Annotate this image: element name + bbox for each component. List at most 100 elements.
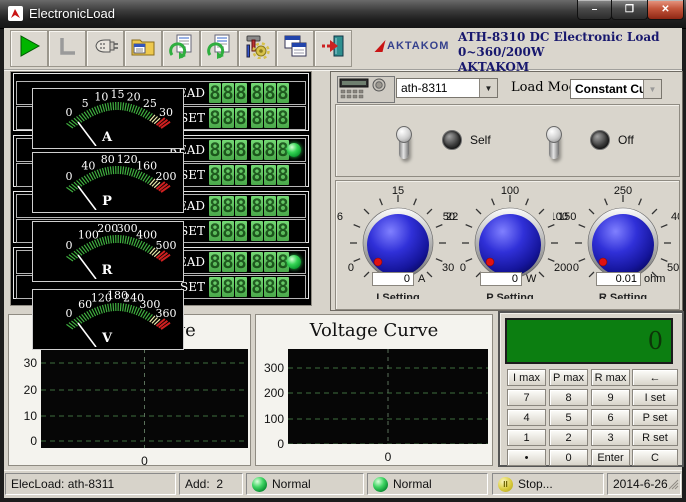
windows-icon xyxy=(282,33,308,64)
control-panel: ath-8311 ▼ Load Mode: Constant Curre ▼ S… xyxy=(330,71,683,311)
status-ok-icon xyxy=(373,477,388,492)
device-select[interactable]: ath-8311 ▼ xyxy=(396,78,498,98)
led-digit: 8 xyxy=(209,108,221,128)
load-mode-value: Constant Curre xyxy=(571,82,643,96)
key-0[interactable]: 0 xyxy=(549,449,588,466)
led-digit: 8 xyxy=(235,196,247,216)
key-7[interactable]: 7 xyxy=(507,389,546,406)
report-refresh2-button[interactable] xyxy=(200,30,238,67)
r-set-key[interactable]: R set xyxy=(632,429,678,446)
i-set-key[interactable]: I set xyxy=(632,389,678,406)
p-max-key[interactable]: P max xyxy=(549,369,588,386)
data-folder-icon xyxy=(130,33,156,64)
svg-text:200: 200 xyxy=(156,170,177,183)
exit-button[interactable] xyxy=(314,30,352,67)
led-display-read: 888888 xyxy=(209,83,290,103)
led-digit: 8 xyxy=(209,277,221,297)
app-icon xyxy=(8,6,23,21)
y-axis-tick-label: 0 xyxy=(256,437,284,451)
led-digit: 8 xyxy=(209,196,221,216)
key-4[interactable]: 4 xyxy=(507,409,546,426)
svg-text:25: 25 xyxy=(143,97,157,110)
minimize-button[interactable]: – xyxy=(577,0,612,20)
tools-button[interactable] xyxy=(238,30,276,67)
stop-button[interactable] xyxy=(48,30,86,67)
channel1-status: Normal xyxy=(246,473,364,495)
y-axis-tick-label: 200 xyxy=(256,386,284,400)
led-display-set: 888888 xyxy=(209,108,290,128)
led-digit: 8 xyxy=(235,140,247,160)
led-digit: 8 xyxy=(277,277,289,297)
knob-W-unit-label: W xyxy=(526,273,536,285)
svg-text:A: A xyxy=(101,130,113,145)
close-button[interactable]: ✕ xyxy=(647,0,684,20)
load-toggle-switch[interactable] xyxy=(545,127,563,163)
svg-text:V: V xyxy=(101,331,113,346)
device-title: ATH-8310 DC Electronic Load 0~360/200W A… xyxy=(458,30,682,75)
key-6[interactable]: 6 xyxy=(591,409,630,426)
device-select-chevron-down-icon[interactable]: ▼ xyxy=(479,79,497,97)
svg-text:200: 200 xyxy=(97,222,118,235)
key-3[interactable]: 3 xyxy=(591,429,630,446)
led-digit: 8 xyxy=(235,277,247,297)
data-folder-button[interactable] xyxy=(124,30,162,67)
key-1[interactable]: 1 xyxy=(507,429,546,446)
stop-icon xyxy=(54,33,80,64)
report-refresh-icon xyxy=(168,33,194,64)
svg-text:300: 300 xyxy=(117,222,138,235)
load-mode-chevron-down-icon: ▼ xyxy=(643,80,661,98)
resize-grip[interactable] xyxy=(667,478,679,493)
knob-A-value: 0 xyxy=(372,272,414,286)
load-mode-select[interactable]: Constant Curre ▼ xyxy=(570,79,662,99)
key-9[interactable]: 9 xyxy=(591,389,630,406)
led-display-set: 888888 xyxy=(209,221,290,241)
svg-text:250: 250 xyxy=(614,185,632,197)
maximize-button[interactable]: ❐ xyxy=(611,0,648,20)
windows-button[interactable] xyxy=(276,30,314,67)
run-button[interactable] xyxy=(10,30,48,67)
keypad-panel: 0 I maxP maxR max← 789I set 456P set 123R s… xyxy=(498,311,684,467)
knob-ohm-setting-label: R Setting xyxy=(578,293,668,299)
led-display-read: 888888 xyxy=(209,252,290,272)
connect-button[interactable] xyxy=(86,30,124,67)
led-digit: 8 xyxy=(209,221,221,241)
enter-key[interactable]: Enter xyxy=(591,449,630,466)
svg-text:0: 0 xyxy=(66,307,73,320)
led-digit: 8 xyxy=(251,140,263,160)
knob-ohm-control[interactable]: 0100250400500 xyxy=(553,180,680,310)
status-text: Normal xyxy=(388,477,432,491)
led-digit: 8 xyxy=(222,277,234,297)
status-text: ElecLoad: ath-8311 xyxy=(6,477,114,491)
y-axis-tick-label: 300 xyxy=(256,361,284,375)
y-axis-tick-label: 0 xyxy=(9,434,37,448)
analog-meter-P: 04080120160200P xyxy=(32,152,184,213)
led-digit: 8 xyxy=(222,252,234,272)
decimal-key[interactable]: • xyxy=(507,449,546,466)
power-toggle-switch[interactable] xyxy=(395,127,413,163)
led-digit: 8 xyxy=(277,221,289,241)
key-2[interactable]: 2 xyxy=(549,429,588,446)
backspace-key[interactable]: ← xyxy=(632,369,678,386)
r-max-key[interactable]: R max xyxy=(591,369,630,386)
device-title-line1: ATH-8310 DC Electronic Load 0~360/200W xyxy=(458,30,682,60)
i-max-key[interactable]: I max xyxy=(507,369,546,386)
led-digit: 8 xyxy=(222,108,234,128)
svg-text:400: 400 xyxy=(671,211,680,223)
report-refresh2-icon xyxy=(206,33,232,64)
svg-text:0: 0 xyxy=(460,262,466,274)
clear-key[interactable]: C xyxy=(632,449,678,466)
key-8[interactable]: 8 xyxy=(549,389,588,406)
p-set-key[interactable]: P set xyxy=(632,409,678,426)
title-bar[interactable]: ElectronicLoad – ❐ ✕ xyxy=(0,0,686,29)
knob-A-unit-label: A xyxy=(418,273,425,285)
led-digit: 8 xyxy=(264,252,276,272)
svg-text:100: 100 xyxy=(553,211,568,223)
off-indicator-lamp xyxy=(590,130,610,150)
app-logo-icon xyxy=(10,8,21,19)
report-refresh-button[interactable] xyxy=(162,30,200,67)
led-digit: 8 xyxy=(264,165,276,185)
key-5[interactable]: 5 xyxy=(549,409,588,426)
run-icon xyxy=(16,33,42,64)
led-digit: 8 xyxy=(222,221,234,241)
analog-meter-V: 060120180240300360V xyxy=(32,289,184,350)
